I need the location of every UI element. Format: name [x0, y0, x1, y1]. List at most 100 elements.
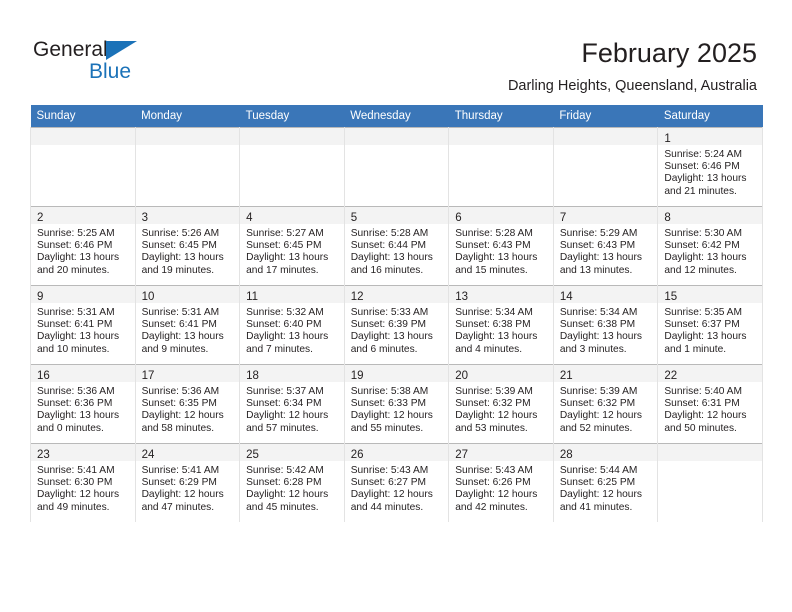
calendar-day-cell[interactable]: 10 Sunrise: 5:31 AM Sunset: 6:41 PM Dayligh…: [134, 285, 241, 365]
day-number-band: 23: [31, 444, 135, 461]
calendar-day-cell[interactable]: 26 Sunrise: 5:43 AM Sunset: 6:27 PM Dayligh…: [343, 443, 450, 522]
sunset-text: Sunset: 6:41 PM: [37, 319, 113, 331]
calendar-day-cell[interactable]: 2 Sunrise: 5:25 AM Sunset: 6:46 PM Daylight…: [30, 206, 136, 286]
day-cell-inner: 27 Sunrise: 5:43 AM Sunset: 6:26 PM Dayligh…: [449, 444, 553, 522]
day-number: 13: [455, 291, 469, 303]
day-cell-inner: 8 Sunrise: 5:30 AM Sunset: 6:42 PM Daylight…: [658, 207, 762, 285]
calendar-day-cell[interactable]: 5 Sunrise: 5:28 AM Sunset: 6:44 PM Daylight…: [343, 206, 450, 286]
sunrise-text: Sunrise: 5:34 AM: [559, 307, 638, 318]
daylight-text: and 57 minutes.: [246, 422, 319, 434]
calendar-day-cell[interactable]: 12 Sunrise: 5:33 AM Sunset: 6:39 PM Dayligh…: [343, 285, 450, 365]
day-cell-details: Sunrise: 5:43 AM Sunset: 6:27 PM Daylight:…: [345, 461, 449, 514]
day-cell-details: Sunrise: 5:36 AM Sunset: 6:35 PM Daylight:…: [136, 382, 240, 435]
day-number: 7: [559, 212, 567, 224]
weekday-header-saturday: Saturday: [657, 105, 763, 128]
day-number: 17: [141, 370, 155, 382]
daylight-text: Daylight: 12 hours: [664, 410, 747, 422]
day-number: 9: [37, 291, 44, 303]
calendar-body: 1 Sunrise: 5:24 AM Sunset: 6:46 PM Daylight…: [30, 127, 763, 522]
calendar-day-cell[interactable]: 23 Sunrise: 5:41 AM Sunset: 6:30 PM Dayligh…: [30, 443, 136, 522]
calendar-week-row: 1 Sunrise: 5:24 AM Sunset: 6:46 PM Daylight…: [30, 127, 763, 207]
daylight-text: Daylight: 13 hours: [37, 410, 120, 422]
day-number-band: [553, 128, 658, 145]
day-number: 12: [350, 291, 364, 303]
calendar-day-cell[interactable]: 14 Sunrise: 5:34 AM Sunset: 6:38 PM Dayligh…: [552, 285, 659, 365]
day-number-band: 12: [344, 286, 449, 303]
day-number-band: 21: [553, 365, 658, 382]
sunrise-text: Sunrise: 5:37 AM: [246, 386, 324, 397]
sunrise-text: Sunrise: 5:30 AM: [664, 228, 742, 239]
calendar-day-cell[interactable]: 6 Sunrise: 5:28 AM Sunset: 6:43 PM Daylight…: [448, 206, 554, 286]
day-cell-inner: 19 Sunrise: 5:38 AM Sunset: 6:33 PM Dayligh…: [344, 365, 449, 443]
sunrise-text: Sunrise: 5:26 AM: [141, 228, 220, 239]
day-cell-inner: 14 Sunrise: 5:34 AM Sunset: 6:38 PM Dayligh…: [553, 286, 658, 364]
calendar-day-cell[interactable]: 25 Sunrise: 5:42 AM Sunset: 6:28 PM Dayligh…: [239, 443, 345, 522]
calendar-day-cell[interactable]: 24 Sunrise: 5:41 AM Sunset: 6:29 PM Dayligh…: [134, 443, 241, 522]
brand-logo[interactable]: General Blue: [33, 38, 233, 88]
day-number-band: 15: [658, 286, 762, 303]
calendar-day-cell[interactable]: 15 Sunrise: 5:35 AM Sunset: 6:37 PM Dayligh…: [657, 285, 763, 365]
sunset-text: Sunset: 6:27 PM: [350, 477, 427, 489]
day-number-band: 26: [344, 444, 449, 461]
sunset-text: Sunset: 6:26 PM: [455, 477, 531, 489]
day-cell-inner: 1 Sunrise: 5:24 AM Sunset: 6:46 PM Daylight…: [658, 128, 762, 206]
sunrise-text: Sunrise: 5:36 AM: [37, 386, 115, 397]
day-number: 1: [664, 133, 671, 145]
calendar-cell-empty: [30, 127, 136, 207]
day-cell-inner: 10 Sunrise: 5:31 AM Sunset: 6:41 PM Dayligh…: [135, 286, 240, 364]
brand-name-blue: Blue: [89, 60, 132, 83]
calendar-day-cell[interactable]: 19 Sunrise: 5:38 AM Sunset: 6:33 PM Dayligh…: [343, 364, 450, 444]
day-cell-inner: 3 Sunrise: 5:26 AM Sunset: 6:45 PM Daylight…: [135, 207, 240, 285]
sunrise-text: Sunrise: 5:31 AM: [141, 307, 220, 318]
sunset-text: Sunset: 6:45 PM: [246, 240, 322, 252]
daylight-text: and 16 minutes.: [350, 264, 424, 276]
daylight-text: Daylight: 13 hours: [37, 252, 120, 264]
daylight-text: and 6 minutes.: [350, 343, 418, 355]
daylight-text: and 45 minutes.: [246, 501, 319, 513]
calendar-day-cell[interactable]: 17 Sunrise: 5:36 AM Sunset: 6:35 PM Dayligh…: [134, 364, 241, 444]
calendar-day-cell[interactable]: 28 Sunrise: 5:44 AM Sunset: 6:25 PM Dayligh…: [552, 443, 659, 522]
day-number: 5: [350, 212, 358, 224]
calendar-day-cell[interactable]: 21 Sunrise: 5:39 AM Sunset: 6:32 PM Dayligh…: [552, 364, 659, 444]
day-cell-inner: 2 Sunrise: 5:25 AM Sunset: 6:46 PM Daylight…: [31, 207, 135, 285]
calendar-day-cell[interactable]: 3 Sunrise: 5:26 AM Sunset: 6:45 PM Daylight…: [134, 206, 241, 286]
sunrise-text: Sunrise: 5:25 AM: [37, 228, 115, 239]
calendar-day-cell[interactable]: 1 Sunrise: 5:24 AM Sunset: 6:46 PM Daylight…: [657, 127, 763, 207]
day-number-band: 10: [135, 286, 240, 303]
day-cell-details: Sunrise: 5:28 AM Sunset: 6:44 PM Daylight:…: [345, 224, 449, 277]
sunset-text: Sunset: 6:37 PM: [664, 319, 740, 331]
calendar-week-row: 9 Sunrise: 5:31 AM Sunset: 6:41 PM Daylight…: [30, 285, 763, 365]
daylight-text: Daylight: 12 hours: [455, 410, 538, 422]
calendar-day-cell[interactable]: 20 Sunrise: 5:39 AM Sunset: 6:32 PM Dayligh…: [448, 364, 554, 444]
calendar-table: Sunday Monday Tuesday Wednesday Thursday…: [30, 105, 763, 522]
day-number: 20: [455, 370, 469, 382]
calendar-day-cell[interactable]: 9 Sunrise: 5:31 AM Sunset: 6:41 PM Daylight…: [30, 285, 136, 365]
day-cell-details: Sunrise: 5:39 AM Sunset: 6:32 PM Daylight:…: [449, 382, 553, 435]
daylight-text: and 17 minutes.: [246, 264, 319, 276]
calendar-day-cell[interactable]: 13 Sunrise: 5:34 AM Sunset: 6:38 PM Dayligh…: [448, 285, 554, 365]
calendar-day-cell[interactable]: 8 Sunrise: 5:30 AM Sunset: 6:42 PM Daylight…: [657, 206, 763, 286]
calendar-day-cell[interactable]: 22 Sunrise: 5:40 AM Sunset: 6:31 PM Dayligh…: [657, 364, 763, 444]
day-number-band: 8: [658, 207, 762, 224]
sunrise-text: Sunrise: 5:39 AM: [455, 386, 533, 397]
day-cell-inner: 26 Sunrise: 5:43 AM Sunset: 6:27 PM Dayligh…: [344, 444, 449, 522]
calendar-day-cell[interactable]: 11 Sunrise: 5:32 AM Sunset: 6:40 PM Dayligh…: [239, 285, 345, 365]
day-number-band: 5: [344, 207, 449, 224]
day-cell-inner: [658, 444, 762, 522]
calendar-week-row: 16 Sunrise: 5:36 AM Sunset: 6:36 PM Dayligh…: [30, 364, 763, 444]
calendar-day-cell[interactable]: 27 Sunrise: 5:43 AM Sunset: 6:26 PM Dayligh…: [448, 443, 554, 522]
calendar-day-cell[interactable]: 7 Sunrise: 5:29 AM Sunset: 6:43 PM Daylight…: [552, 206, 659, 286]
day-number-band: [31, 128, 135, 145]
calendar-day-cell[interactable]: 4 Sunrise: 5:27 AM Sunset: 6:45 PM Daylight…: [239, 206, 345, 286]
day-number: 8: [664, 212, 671, 224]
calendar-day-cell[interactable]: 16 Sunrise: 5:36 AM Sunset: 6:36 PM Dayligh…: [30, 364, 136, 444]
daylight-text: Daylight: 13 hours: [455, 331, 538, 343]
sunrise-text: Sunrise: 5:43 AM: [350, 465, 429, 476]
day-cell-details: Sunrise: 5:32 AM Sunset: 6:40 PM Daylight:…: [240, 303, 344, 356]
daylight-text: and 52 minutes.: [559, 422, 633, 434]
weekday-header-sunday: Sunday: [30, 105, 136, 128]
sunset-text: Sunset: 6:38 PM: [559, 319, 636, 331]
day-cell-inner: [449, 128, 553, 206]
calendar-day-cell[interactable]: 18 Sunrise: 5:37 AM Sunset: 6:34 PM Dayligh…: [239, 364, 345, 444]
day-cell-inner: 22 Sunrise: 5:40 AM Sunset: 6:31 PM Dayligh…: [658, 365, 762, 443]
